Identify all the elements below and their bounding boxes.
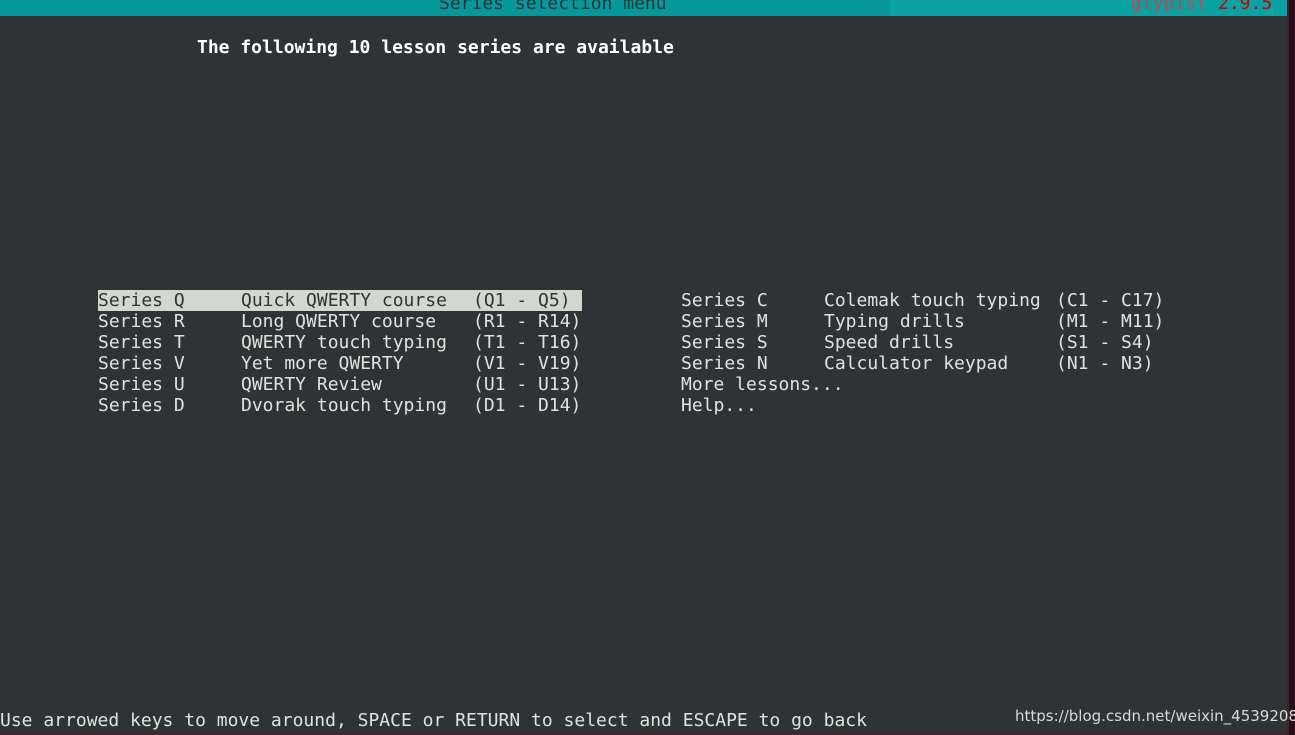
series-description: Calculator keypad	[824, 353, 1009, 374]
menu-item-series-n[interactable]: Series N Calculator keypad (N1 - N3)	[681, 353, 1165, 374]
window-title: Series selection menu	[439, 0, 667, 14]
series-range: (C1 - C17)	[1056, 290, 1165, 311]
menu-item-series-c[interactable]: Series C Colemak touch typing (C1 - C17)	[681, 290, 1165, 311]
status-hint: Use arrowed keys to move around, SPACE o…	[0, 710, 867, 731]
menu-column-right: Series C Colemak touch typing (C1 - C17)…	[681, 290, 1165, 416]
series-range: (T1 - T16)	[473, 332, 582, 353]
menu-item-series-s[interactable]: Series S Speed drills (S1 - S4)	[681, 332, 1165, 353]
series-label: Series C	[681, 290, 768, 311]
title-bar: Series selection menu gtypist 2.9.5	[0, 0, 1287, 16]
menu-item-series-m[interactable]: Series M Typing drills (M1 - M11)	[681, 311, 1165, 332]
menu-item-help[interactable]: Help...	[681, 395, 1165, 416]
menu-item-series-d[interactable]: Series D Dvorak touch typing (D1 - D14)	[98, 395, 582, 416]
series-label: Series T	[98, 332, 185, 353]
series-range: (D1 - D14)	[473, 395, 582, 416]
series-label: Series D	[98, 395, 185, 416]
series-description: Colemak touch typing	[824, 290, 1041, 311]
series-range: (S1 - S4)	[1056, 332, 1154, 353]
app-name: gtypist	[1131, 0, 1207, 14]
series-label: Series R	[98, 311, 185, 332]
series-description: Typing drills	[824, 311, 965, 332]
series-range: (M1 - M11)	[1056, 311, 1165, 332]
series-label: Series V	[98, 353, 185, 374]
menu-heading: The following 10 lesson series are avail…	[197, 37, 674, 58]
series-description: Dvorak touch typing	[241, 395, 447, 416]
series-description: Speed drills	[824, 332, 955, 353]
series-description: QWERTY touch typing	[241, 332, 447, 353]
series-description: Yet more QWERTY	[241, 353, 404, 374]
series-range: (V1 - V19)	[473, 353, 582, 374]
series-range: (Q1 - Q5)	[473, 290, 571, 311]
menu-item-series-q[interactable]: Series Q Quick QWERTY course (Q1 - Q5)	[98, 290, 582, 311]
menu-item-series-v[interactable]: Series V Yet more QWERTY (V1 - V19)	[98, 353, 582, 374]
menu-item-more-lessons[interactable]: More lessons...	[681, 374, 1165, 395]
menu-item-series-r[interactable]: Series R Long QWERTY course (R1 - R14)	[98, 311, 582, 332]
menu-item-label: Help...	[681, 395, 757, 416]
series-description: Long QWERTY course	[241, 311, 437, 332]
series-label: Series M	[681, 311, 768, 332]
menu-column-left: Series Q Quick QWERTY course (Q1 - Q5) S…	[98, 290, 582, 416]
series-label: Series S	[681, 332, 768, 353]
series-range: (R1 - R14)	[473, 311, 582, 332]
window-edge	[1287, 0, 1295, 735]
menu-item-series-u[interactable]: Series U QWERTY Review (U1 - U13)	[98, 374, 582, 395]
series-label: Series N	[681, 353, 768, 374]
series-description: QWERTY Review	[241, 374, 382, 395]
app-version: 2.9.5	[1218, 0, 1273, 14]
series-label: Series Q	[98, 290, 185, 311]
series-range: (U1 - U13)	[473, 374, 582, 395]
series-description: Quick QWERTY course	[241, 290, 447, 311]
watermark-url: https://blog.csdn.net/weixin_45392081	[1015, 707, 1295, 725]
series-label: Series U	[98, 374, 185, 395]
menu-item-series-t[interactable]: Series T QWERTY touch typing (T1 - T16)	[98, 332, 582, 353]
series-range: (N1 - N3)	[1056, 353, 1154, 374]
menu-item-label: More lessons...	[681, 374, 844, 395]
